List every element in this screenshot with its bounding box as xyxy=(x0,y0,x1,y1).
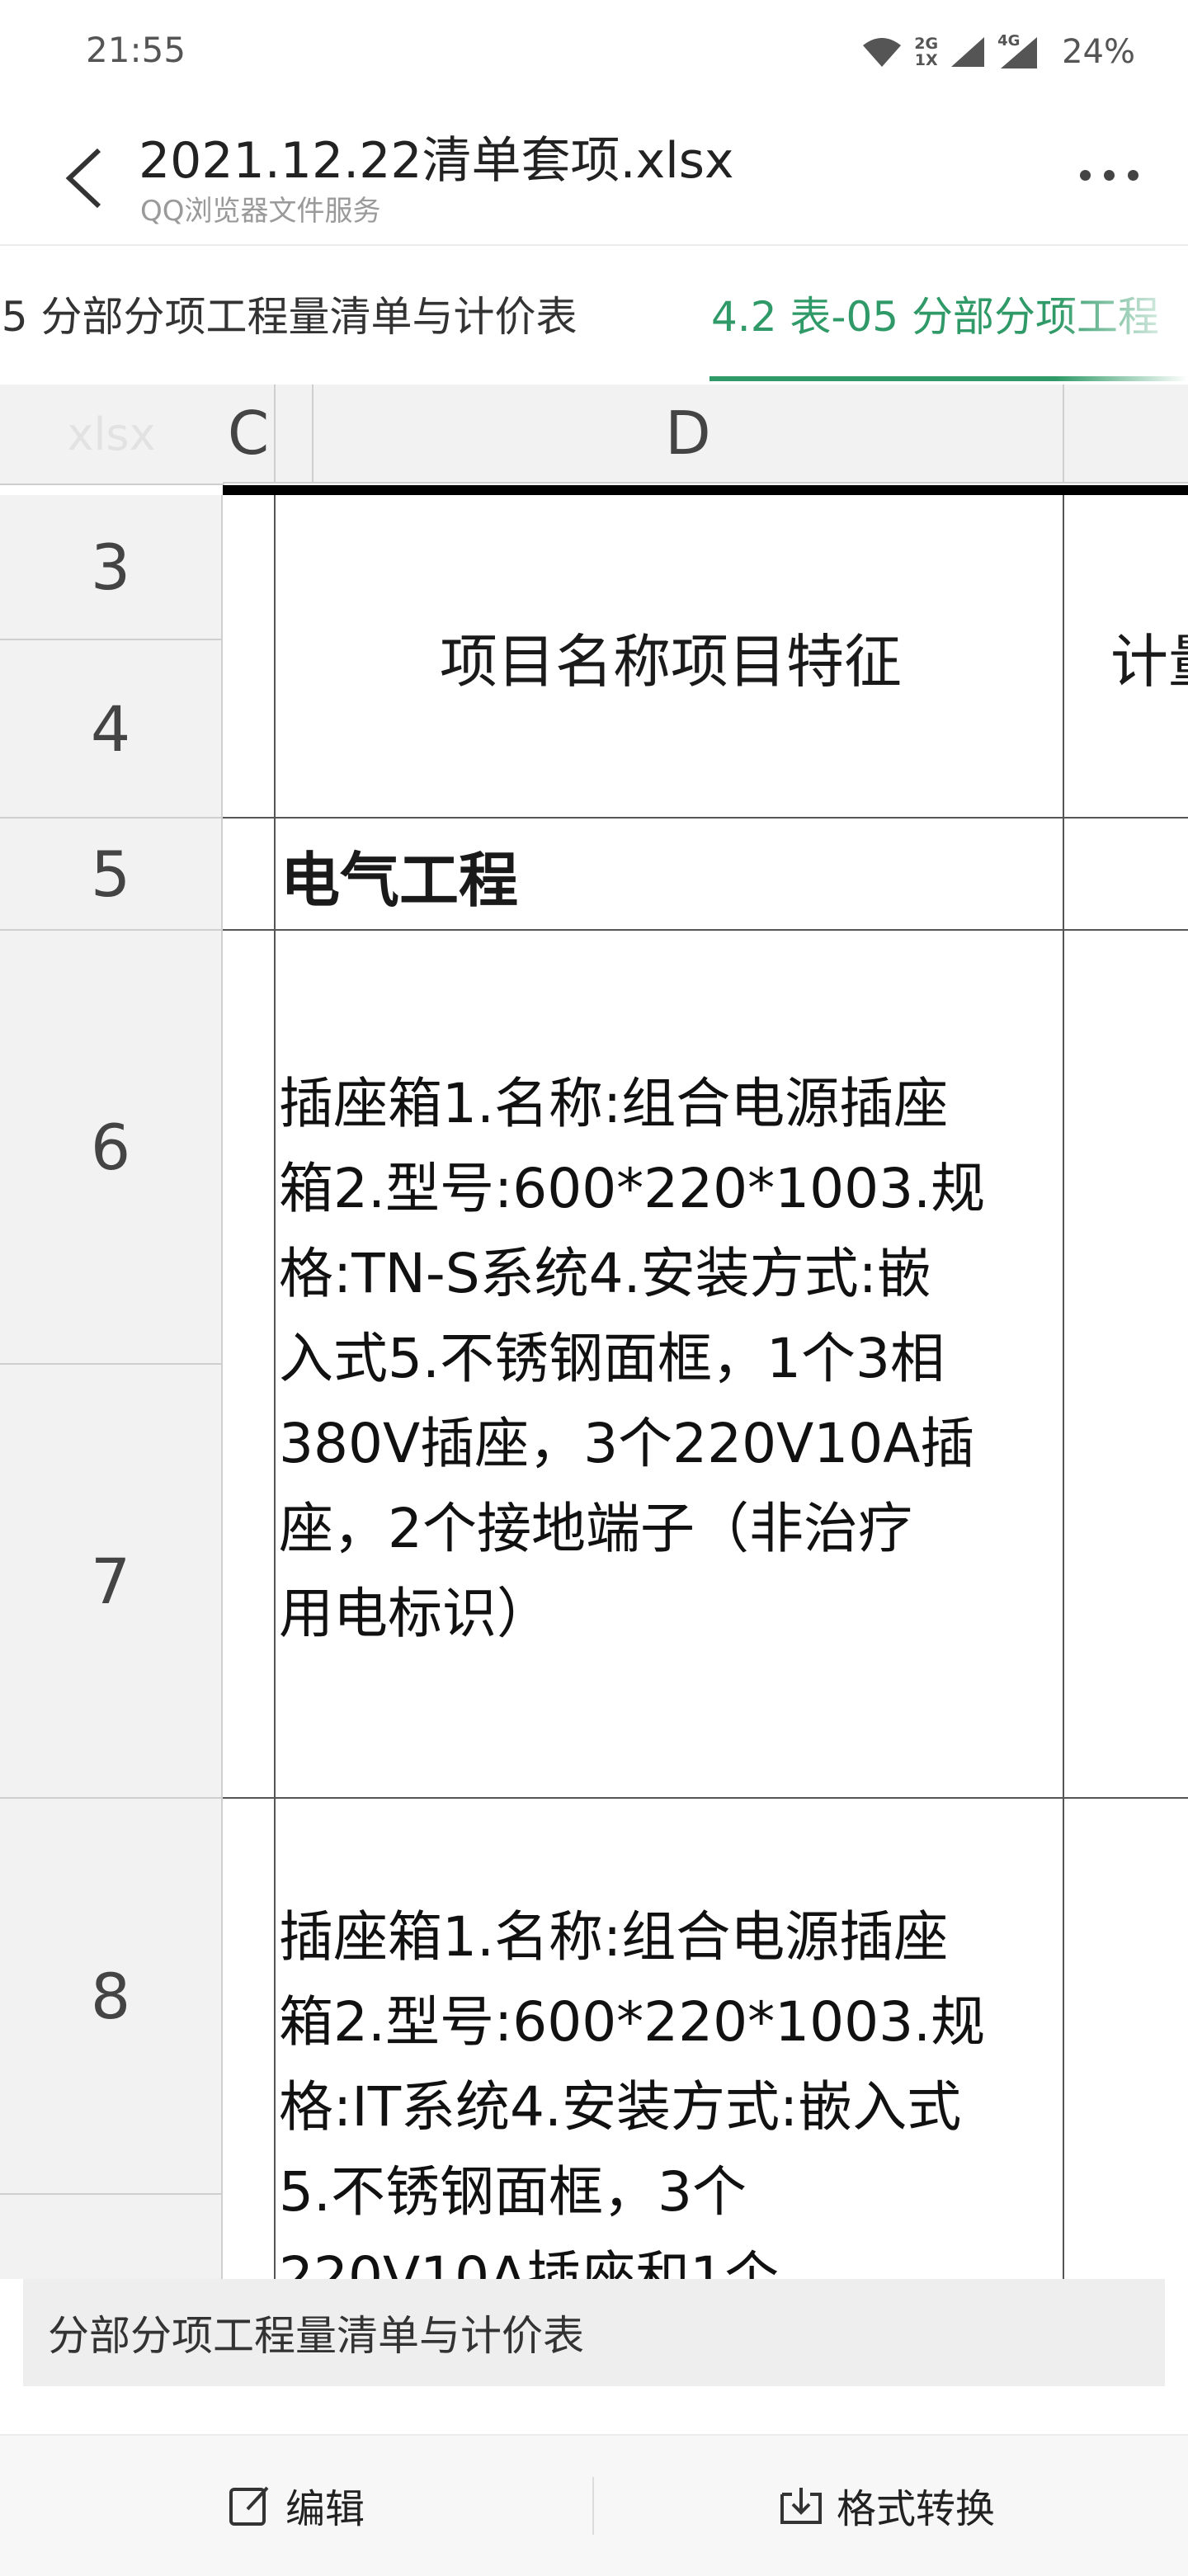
cell-item-name-header[interactable]: 项目名称项目特征 xyxy=(277,495,1064,819)
more-button[interactable] xyxy=(1080,170,1138,181)
status-time: 21:55 xyxy=(86,30,186,70)
more-icon xyxy=(1104,170,1115,181)
file-title: 2021.12.22清单套项.xlsx xyxy=(139,132,734,190)
status-bar: 21:55 2G 1X 4G 24% xyxy=(0,0,1188,99)
network-type: 2G 1X xyxy=(914,35,939,69)
back-button[interactable] xyxy=(58,137,116,219)
grid-line xyxy=(223,1797,1188,1799)
cell-line: 箱2.型号:600*220*1003.规 xyxy=(279,1157,986,1220)
cell-unit-header[interactable]: 计量 xyxy=(1110,495,1188,819)
back-arrow-icon xyxy=(65,148,101,209)
column-header-d[interactable]: D xyxy=(314,385,1064,484)
cell-line: 插座箱1.名称:组合电源插座 xyxy=(279,1905,949,1969)
signal-4g-icon: 4G xyxy=(997,32,1039,70)
edit-label: 编辑 xyxy=(285,2486,365,2532)
cell-line: 5.不锈钢面框，3个 xyxy=(279,2160,747,2224)
edit-icon xyxy=(229,2486,269,2526)
row-header[interactable]: 3 xyxy=(0,495,223,640)
row-header[interactable]: 6 xyxy=(0,931,223,1365)
cell-line: 格:TN-S系统4.安装方式:嵌 xyxy=(279,1242,931,1305)
cell-line: 座，2个接地端子（非治疗 xyxy=(279,1497,912,1560)
download-icon xyxy=(780,2488,822,2524)
cell-line: 格:IT系统4.安装方式:嵌入式 xyxy=(279,2075,962,2139)
sheet-name-bar[interactable]: 分部分项工程量清单与计价表 xyxy=(23,2279,1165,2386)
toolbar-divider xyxy=(592,2477,594,2535)
tab-fade xyxy=(1056,246,1188,385)
battery-level: 24% xyxy=(1062,33,1135,71)
cell-item-description[interactable]: 插座箱1.名称:组合电源插座 箱2.型号:600*220*1003.规 格:TN… xyxy=(279,1061,985,1656)
grid-corner: xlsx xyxy=(0,385,224,485)
cell-line: 插座箱1.名称:组合电源插座 xyxy=(279,1072,949,1135)
grid-line xyxy=(274,495,276,2279)
cell-line: 用电标识） xyxy=(279,1582,551,1645)
sheet-tab[interactable]: 05 分部分项工程量清单与计价表 xyxy=(0,284,578,343)
format-convert-label: 格式转换 xyxy=(837,2486,996,2532)
more-icon xyxy=(1080,170,1091,181)
row-header[interactable]: 8 xyxy=(0,1799,223,2195)
signal-icon xyxy=(951,37,985,67)
status-icons: 2G 1X 4G 24% xyxy=(861,23,1135,81)
row-header[interactable]: 4 xyxy=(0,640,223,819)
header-border xyxy=(223,485,1188,495)
wifi-icon xyxy=(863,38,902,67)
cell-item-description[interactable]: 插座箱1.名称:组合电源插座 箱2.型号:600*220*1003.规 格:IT… xyxy=(279,1894,985,2279)
row-header[interactable]: 5 xyxy=(0,819,223,931)
bottom-toolbar: 编辑 格式转换 xyxy=(0,2434,1188,2576)
edit-button[interactable]: 编辑 xyxy=(228,2472,365,2538)
more-icon xyxy=(1128,170,1138,181)
cell-section-title[interactable]: 电气工程 xyxy=(280,819,518,931)
cell-line: 220V10A插座和1个 xyxy=(279,2245,780,2279)
cell-line: 380V插座，3个220V10A插 xyxy=(279,1412,975,1475)
cell-line: 箱2.型号:600*220*1003.规 xyxy=(279,1990,986,2054)
format-convert-button[interactable]: 格式转换 xyxy=(779,2472,995,2538)
column-header-e[interactable] xyxy=(1064,385,1188,484)
sheet-tabs: 05 分部分项工程量清单与计价表 4.2 表-05 分部分项工程 xyxy=(0,246,1188,385)
row-header[interactable]: 7 xyxy=(0,1365,223,1799)
row-header[interactable] xyxy=(0,2195,223,2279)
app-header: 2021.12.22清单套项.xlsx QQ浏览器文件服务 xyxy=(0,99,1188,246)
column-header-narrow xyxy=(276,385,314,484)
column-header-c[interactable]: C xyxy=(223,385,276,484)
cell-line: 入式5.不锈钢面框，1个3相 xyxy=(279,1327,945,1390)
file-source: QQ浏览器文件服务 xyxy=(140,195,381,228)
spreadsheet-grid[interactable]: xlsx C D 3 4 5 6 7 8 项目名称项目特征 计量 电气工程 插座… xyxy=(0,385,1188,2279)
